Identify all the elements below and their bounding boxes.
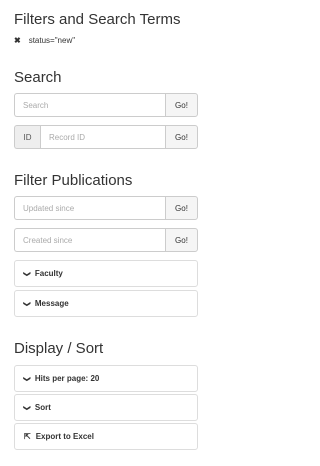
panel-faculty[interactable]: ❯ Faculty [14,260,198,287]
chevron-down-icon: ❯ [22,300,30,307]
chevron-down-icon: ❯ [22,375,30,382]
active-filter-tag[interactable]: ✖ status="new" [14,36,75,45]
active-filter-label: status="new" [28,36,76,45]
filter-publications-heading: Filter Publications [14,172,133,189]
search-go-button[interactable]: Go! [165,93,198,117]
panel-faculty-label: Faculty [34,269,63,278]
display-sort-heading: Display / Sort [14,340,104,357]
panel-sort[interactable]: ❯ Sort [14,394,198,421]
record-id-go-button[interactable]: Go! [165,125,198,149]
panel-hits-per-page-label: Hits per page: 20 [34,374,100,383]
record-id-group: ID Go! [14,125,198,149]
panel-message[interactable]: ❯ Message [14,290,198,317]
id-addon: ID [14,125,40,149]
record-id-input[interactable] [40,125,165,149]
external-link-icon: ⇱ [24,432,31,441]
updated-since-input[interactable] [14,196,165,220]
search-input[interactable] [14,93,165,117]
created-since-input[interactable] [14,228,165,252]
created-since-group: Go! [14,228,198,252]
panel-hits-per-page[interactable]: ❯ Hits per page: 20 [14,365,198,392]
remove-icon[interactable]: ✖ [14,36,21,45]
filters-heading: Filters and Search Terms [14,11,181,28]
panel-message-label: Message [34,299,69,308]
updated-since-group: Go! [14,196,198,220]
panel-export-excel[interactable]: ⇱ Export to Excel [14,423,198,450]
search-heading: Search [14,69,62,86]
chevron-down-icon: ❯ [22,404,30,411]
chevron-down-icon: ❯ [22,270,30,277]
created-since-go-button[interactable]: Go! [165,228,198,252]
updated-since-go-button[interactable]: Go! [165,196,198,220]
panel-sort-label: Sort [34,403,51,412]
panel-export-excel-label: Export to Excel [35,432,94,441]
search-group: Go! [14,93,198,117]
